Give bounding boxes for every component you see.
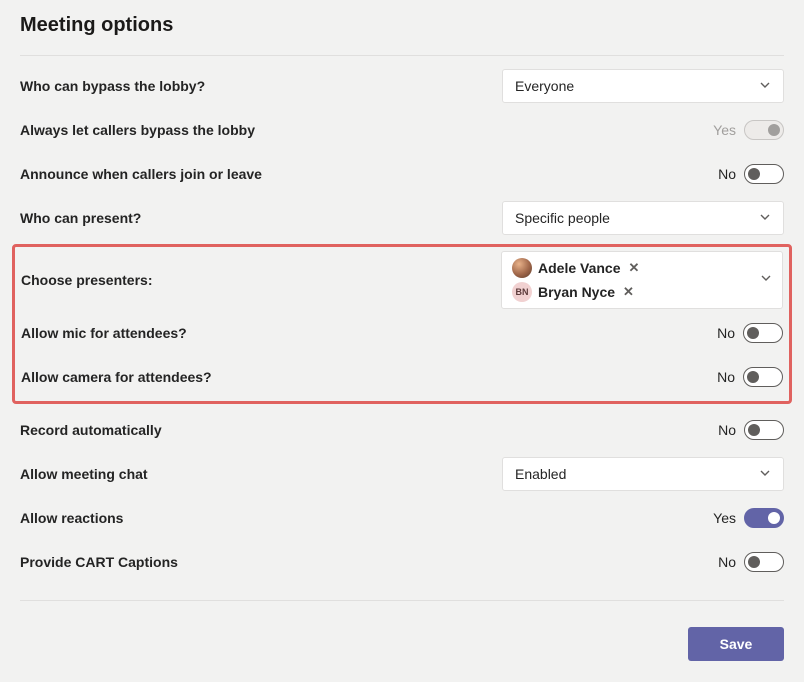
cart-captions-label: Provide CART Captions (20, 554, 178, 570)
presenter-chip: Adele Vance ✕ (512, 258, 639, 278)
callers-bypass-toggle (744, 120, 784, 140)
bypass-lobby-select[interactable]: Everyone (502, 69, 784, 103)
announce-label: Announce when callers join or leave (20, 166, 262, 182)
allow-camera-value: No (717, 369, 735, 385)
allow-reactions-toggle[interactable] (744, 508, 784, 528)
announce-value: No (718, 166, 736, 182)
avatar: BN (512, 282, 532, 302)
allow-chat-label: Allow meeting chat (20, 466, 148, 482)
who-present-value: Specific people (515, 210, 610, 226)
record-auto-label: Record automatically (20, 422, 162, 438)
chevron-down-icon (759, 211, 771, 226)
choose-presenters-select[interactable]: Adele Vance✕BNBryan Nyce✕ (501, 251, 783, 309)
divider (20, 55, 784, 56)
allow-mic-toggle[interactable] (743, 323, 783, 343)
bypass-lobby-label: Who can bypass the lobby? (20, 78, 205, 94)
allow-chat-value: Enabled (515, 466, 566, 482)
close-icon[interactable]: ✕ (623, 284, 634, 300)
presenter-chip: BN Bryan Nyce ✕ (512, 282, 639, 302)
chevron-down-icon (759, 467, 771, 482)
record-auto-value: No (718, 422, 736, 438)
save-button[interactable]: Save (688, 627, 784, 661)
presenter-name: Adele Vance (538, 260, 621, 276)
allow-mic-label: Allow mic for attendees? (21, 325, 187, 341)
bypass-lobby-value: Everyone (515, 78, 574, 94)
page-title: Meeting options (20, 14, 784, 37)
allow-mic-value: No (717, 325, 735, 341)
allow-reactions-label: Allow reactions (20, 510, 123, 526)
chevron-down-icon (760, 271, 772, 289)
record-auto-toggle[interactable] (744, 420, 784, 440)
allow-camera-label: Allow camera for attendees? (21, 369, 212, 385)
chevron-down-icon (759, 79, 771, 94)
who-present-select[interactable]: Specific people (502, 201, 784, 235)
announce-toggle[interactable] (744, 164, 784, 184)
close-icon[interactable]: ✕ (629, 260, 640, 276)
who-present-label: Who can present? (20, 210, 141, 226)
presenter-name: Bryan Nyce (538, 284, 615, 300)
highlight-box: Choose presenters: Adele Vance✕BNBryan N… (12, 244, 792, 404)
callers-bypass-value: Yes (713, 122, 736, 138)
avatar (512, 258, 532, 278)
allow-reactions-value: Yes (713, 510, 736, 526)
choose-presenters-label: Choose presenters: (21, 272, 152, 288)
cart-captions-value: No (718, 554, 736, 570)
callers-bypass-label: Always let callers bypass the lobby (20, 122, 255, 138)
allow-camera-toggle[interactable] (743, 367, 783, 387)
allow-chat-select[interactable]: Enabled (502, 457, 784, 491)
cart-captions-toggle[interactable] (744, 552, 784, 572)
